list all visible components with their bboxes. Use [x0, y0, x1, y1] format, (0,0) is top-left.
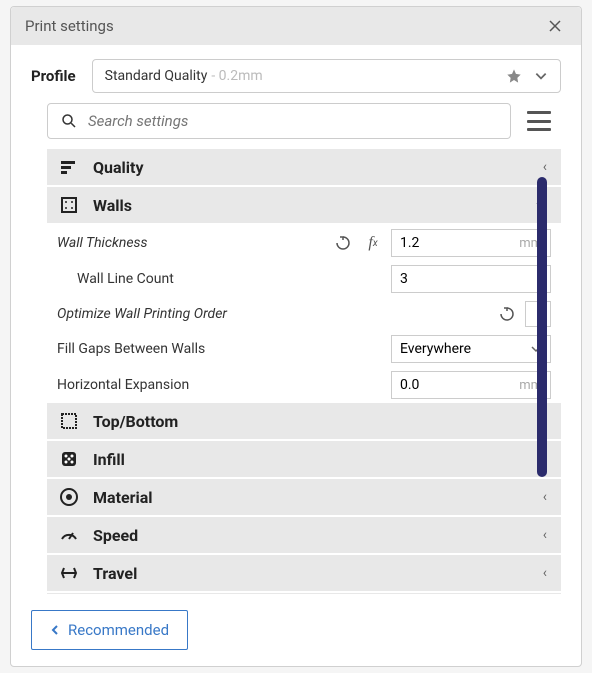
fill-gaps-select[interactable]: Everywhere [391, 335, 551, 363]
setting-label: Wall Line Count [57, 271, 385, 287]
wall-line-count-value[interactable] [400, 271, 542, 287]
chevron-left-icon: ‹ [539, 565, 551, 581]
reset-icon[interactable] [331, 231, 355, 255]
setting-wall-thickness: Wall Thickness fx mm [47, 225, 561, 261]
setting-optimize-wall-order: Optimize Wall Printing Order [47, 297, 561, 331]
quality-icon [57, 155, 81, 179]
profile-name: Standard Quality [105, 68, 208, 84]
material-icon [57, 485, 81, 509]
chevron-left-icon: ‹ [539, 527, 551, 543]
section-title: Top/Bottom [93, 412, 539, 431]
horizontal-expansion-input[interactable]: mm [391, 371, 551, 399]
speed-icon [57, 523, 81, 547]
section-infill[interactable]: Infill ‹ [47, 441, 561, 477]
panel-footer: Recommended [11, 594, 581, 666]
chevron-left-icon [50, 624, 60, 636]
section-title: Walls [93, 196, 531, 215]
section-walls[interactable]: Walls [47, 187, 561, 223]
setting-label: Wall Thickness [57, 235, 325, 251]
section-title: Speed [93, 526, 539, 545]
chevron-left-icon: ‹ [539, 489, 551, 505]
profile-label: Profile [31, 67, 76, 85]
setting-fill-gaps: Fill Gaps Between Walls Everywhere [47, 331, 561, 367]
topbottom-icon [57, 409, 81, 433]
panel-header: Print settings [11, 7, 581, 45]
section-material[interactable]: Material ‹ [47, 479, 561, 515]
section-title: Travel [93, 564, 539, 583]
wall-thickness-value[interactable] [400, 235, 519, 251]
close-button[interactable] [543, 18, 567, 34]
setting-horizontal-expansion: Horizontal Expansion mm [47, 367, 561, 403]
horizontal-expansion-value[interactable] [400, 377, 519, 393]
walls-icon [57, 193, 81, 217]
fill-gaps-value: Everywhere [400, 341, 471, 357]
recommended-label: Recommended [68, 621, 169, 639]
profile-row: Profile Standard Quality - 0.2mm [11, 45, 581, 103]
section-travel[interactable]: Travel ‹ [47, 555, 561, 591]
close-icon [549, 20, 561, 32]
chevron-left-icon: ‹ [539, 159, 551, 175]
infill-icon [57, 447, 81, 471]
section-title: Quality [93, 158, 539, 177]
search-input[interactable] [88, 112, 498, 130]
settings-content: Quality ‹ Walls Wall Thickness fx [11, 149, 581, 594]
section-title: Infill [93, 450, 539, 469]
star-icon[interactable] [506, 68, 522, 84]
section-speed[interactable]: Speed ‹ [47, 517, 561, 553]
reset-icon[interactable] [495, 302, 519, 326]
search-box[interactable] [47, 103, 511, 139]
profile-select[interactable]: Standard Quality - 0.2mm [92, 59, 561, 93]
scrollbar[interactable] [537, 177, 547, 477]
panel-title: Print settings [25, 17, 114, 35]
search-row [11, 103, 581, 149]
setting-label: Fill Gaps Between Walls [57, 341, 385, 357]
setting-wall-line-count: Wall Line Count [47, 261, 561, 297]
section-cooling[interactable]: Cooling ‹ [47, 593, 561, 594]
recommended-button[interactable]: Recommended [31, 610, 188, 650]
print-settings-panel: Print settings Profile Standard Quality … [10, 6, 582, 667]
setting-label: Optimize Wall Printing Order [57, 306, 489, 322]
section-quality[interactable]: Quality ‹ [47, 149, 561, 185]
profile-suffix: - 0.2mm [211, 68, 262, 84]
section-title: Material [93, 488, 539, 507]
wall-thickness-input[interactable]: mm [391, 229, 551, 257]
wall-line-count-input[interactable] [391, 265, 551, 293]
hamburger-button[interactable] [527, 111, 551, 131]
fx-icon[interactable]: fx [361, 231, 385, 255]
search-icon [60, 112, 78, 130]
travel-icon [57, 561, 81, 585]
setting-label: Horizontal Expansion [57, 377, 385, 393]
section-topbottom[interactable]: Top/Bottom ‹ [47, 403, 561, 439]
chevron-down-icon [534, 69, 548, 83]
